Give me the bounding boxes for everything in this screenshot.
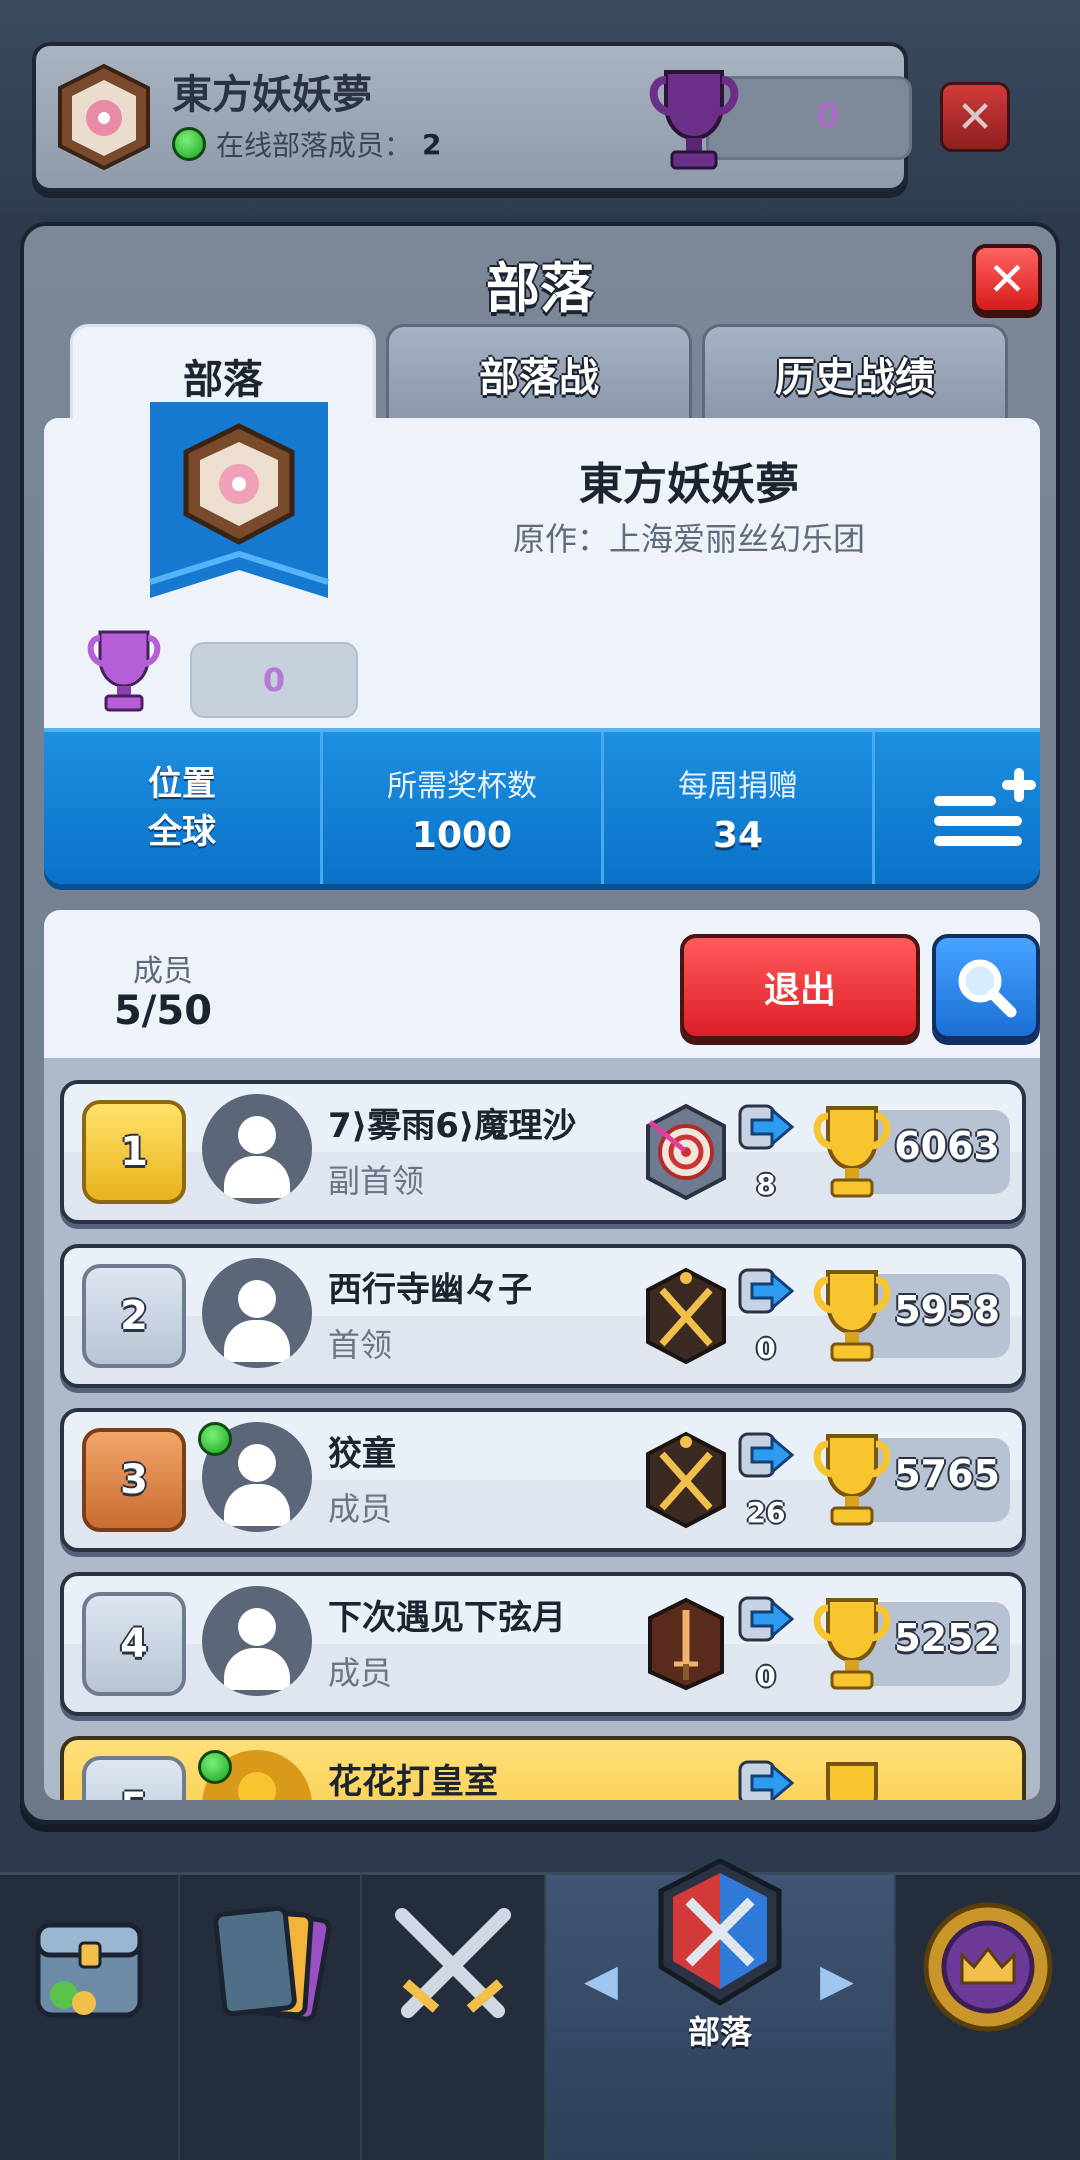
sword-arena-icon [648,1597,724,1691]
tournament-crown-icon [923,1902,1053,2032]
member-role: 成员 [328,1490,393,1528]
clan-summary-card[interactable]: 東方妖妖夢 在线部落成员： 2 0 [32,42,912,192]
required-trophies-value: 1000 [411,814,513,856]
trophy-count: 6063 [894,1124,1000,1168]
rank-badge: 1 [82,1100,186,1204]
clan-trophy-count: 0 [190,642,358,718]
member-name: 西行寺幽々子 [328,1270,532,1310]
target-arena-icon [646,1103,726,1201]
nav-active-label: 部落 [687,2013,752,2051]
clan-stats-bar: 位置 全球 所需奖杯数 1000 每周捐赠 34 [44,728,1040,884]
rank-badge: 5 [82,1756,186,1800]
search-button[interactable] [932,934,1040,1040]
donate-cards-icon [738,1104,794,1150]
stat-required-trophies: 所需奖杯数 1000 [323,732,601,884]
member-name: 7⟩雾雨6⟩魔理沙 [328,1106,577,1146]
member-row-self[interactable]: 5 花花打皇室 [60,1736,1026,1800]
members-label: 成员 [133,954,193,989]
clan-panel: 部落 ✕ 部落 部落战 历史战绩 東方妖妖夢 原作：上海爱丽丝幻乐团 0 位置 … [20,222,1060,1824]
rank-badge: 3 [82,1428,186,1532]
online-count: 2 [422,127,442,161]
location-value: 全球 [148,812,216,852]
bottom-nav: ◀ ▶ 部落 [0,1858,1080,2160]
clan-options-icon[interactable] [934,766,1038,850]
clan-name: 東方妖妖夢 [579,459,799,510]
online-dot-icon [172,127,206,161]
clan-icon [658,1858,782,2006]
leave-clan-button[interactable]: 退出 [680,934,920,1040]
donation-count: 26 [746,1496,786,1529]
nav-cards[interactable] [180,1875,362,2160]
member-row[interactable]: 2 西行寺幽々子 首领 0 5958 [60,1244,1026,1388]
location-label: 位置 [148,764,216,804]
member-role: 副首领 [328,1162,425,1200]
donate-cards-icon [738,1268,794,1314]
clan-description: 原作：上海爱丽丝幻乐团 [512,520,865,558]
close-button[interactable]: ✕ [972,244,1042,314]
crossed-swords-arena-icon [646,1431,726,1529]
donate-cards-icon [738,1596,794,1642]
online-status-icon [198,1750,232,1784]
member-list[interactable]: 1 7⟩雾雨6⟩魔理沙 副首领 8 6063 2 西行寺幽々子 首领 0 595… [44,1058,1040,1800]
top-header: 東方妖妖夢 在线部落成员： 2 0 ✕ [0,0,1080,215]
avatar [202,1094,312,1204]
online-members-status: 在线部落成员： 2 [172,124,442,164]
member-row[interactable]: 4 下次遇见下弦月 成员 0 5252 [60,1572,1026,1716]
avatar [202,1258,312,1368]
shop-chest-icon [35,1922,143,2018]
stat-divider [872,732,875,884]
members-count: 5/50 [113,988,213,1034]
online-status-icon [198,1422,232,1456]
cards-icon [213,1905,332,2022]
nav-shop[interactable] [0,1875,180,2160]
top-clan-name: 東方妖妖夢 [172,72,372,118]
weekly-donations-value: 34 [712,814,764,856]
tab-war-history[interactable]: 历史战绩 [702,324,1008,420]
stat-weekly-donations: 每周捐赠 34 [604,732,872,884]
nav-right-arrow-icon[interactable]: ▶ [820,1955,854,2006]
nav-clan[interactable]: ◀ ▶ 部落 [546,1858,896,2160]
purple-trophy-icon [649,70,739,170]
search-icon [958,959,1017,1018]
donation-count: 0 [756,1660,776,1693]
member-role: 首领 [328,1326,393,1364]
trophy-count: 5252 [894,1616,1000,1660]
clan-trophy-icon [87,630,161,712]
online-label: 在线部落成员： [216,129,413,162]
trophy-count: 5765 [894,1452,1000,1496]
member-name: 狡童 [328,1434,396,1474]
top-close-button[interactable]: ✕ [940,82,1010,152]
member-name: 花花打皇室 [328,1762,498,1800]
clan-badge-icon [58,64,150,170]
required-trophies-label: 所需奖杯数 [387,768,537,804]
nav-tournament[interactable] [896,1875,1080,2160]
gold-trophy-icon [826,1762,878,1800]
donation-count: 8 [756,1168,776,1201]
trophy-count: 5958 [894,1288,1000,1332]
member-row[interactable]: 3 狡童 成员 26 5765 [60,1408,1026,1552]
crossed-swords-arena-icon [646,1267,726,1365]
rank-badge: 4 [82,1592,186,1696]
member-role: 成员 [328,1654,393,1692]
clan-info-card: 東方妖妖夢 原作：上海爱丽丝幻乐团 0 [44,402,1040,728]
avatar [202,1586,312,1696]
nav-left-arrow-icon[interactable]: ◀ [584,1955,618,2006]
members-header: 成员 5/50 退出 [44,910,1040,1058]
top-trophy-count: 0 [816,96,840,136]
stat-location: 位置 全球 [44,732,320,884]
donate-cards-icon [738,1432,794,1478]
rank-badge: 2 [82,1264,186,1368]
donate-cards-icon [738,1760,794,1800]
battle-swords-icon [395,1908,511,2018]
clan-banner-icon [149,402,329,598]
member-name: 下次遇见下弦月 [328,1598,566,1638]
tab-clan-war[interactable]: 部落战 [386,324,692,420]
weekly-donations-label: 每周捐赠 [678,768,798,804]
donation-count: 0 [756,1332,776,1365]
panel-title: 部落 [486,257,594,320]
member-row[interactable]: 1 7⟩雾雨6⟩魔理沙 副首领 8 6063 [60,1080,1026,1224]
nav-battle[interactable] [362,1875,546,2160]
